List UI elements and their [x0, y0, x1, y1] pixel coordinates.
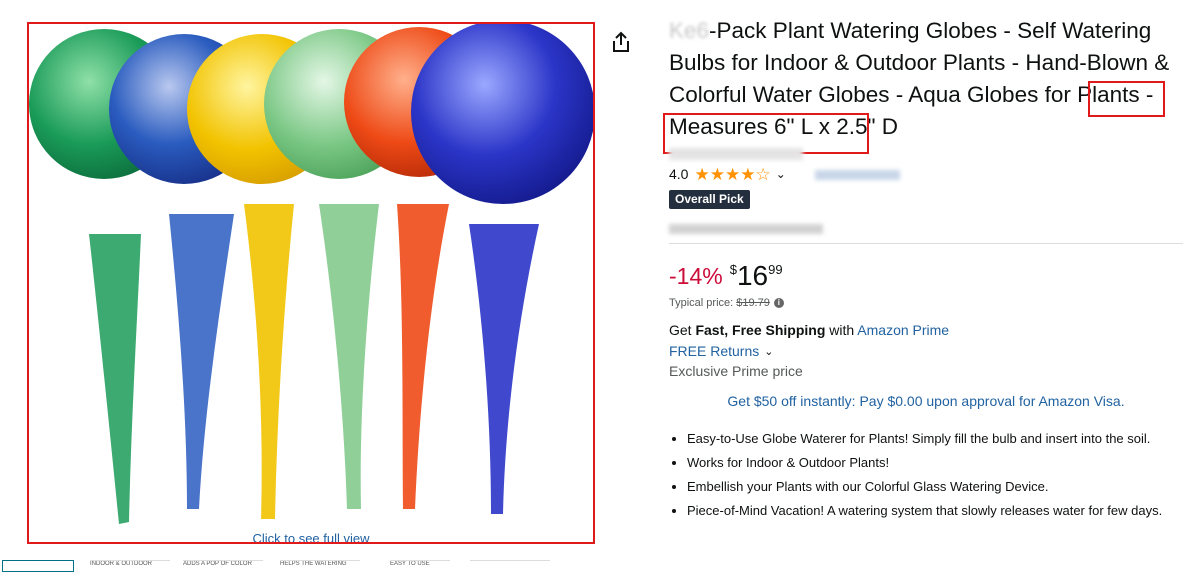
thumbnail-6[interactable]: [470, 560, 550, 571]
star-icon-empty: ☆: [755, 164, 771, 184]
thumbnail-4[interactable]: HELPS THE WATERING: [280, 560, 360, 571]
thumbnail-1[interactable]: [2, 560, 74, 572]
free-returns-link[interactable]: FREE Returns: [669, 343, 759, 359]
price-row: -14% $ 16 99: [669, 259, 783, 293]
plant-watering-globes-image: [29, 24, 593, 524]
discount-percent: -14%: [669, 263, 723, 289]
product-image-gallery[interactable]: Click to see full view: [27, 22, 595, 544]
star-icon-filled: ★: [694, 164, 710, 184]
thumbnail-2[interactable]: INDOOR & OUTDOOR: [90, 560, 170, 571]
ratings-count-link-blurred[interactable]: [815, 170, 900, 180]
rating-value: 4.0: [669, 166, 689, 182]
feature-bullet: Works for Indoor & Outdoor Plants!: [687, 452, 1198, 473]
typical-price-value: $19.79: [736, 297, 770, 309]
shipping-info: Get Fast, Free Shipping with Amazon Prim…: [669, 322, 949, 338]
exclusive-prime-price: Exclusive Prime price: [669, 363, 803, 379]
shipping-with-text: with: [825, 322, 858, 338]
price-whole: 16: [736, 260, 769, 291]
thumbnail-3[interactable]: ADDS A POP OF COLOR: [183, 560, 263, 571]
price-currency: $: [729, 262, 737, 277]
feature-bullets: Easy-to-Use Globe Waterer for Plants! Si…: [669, 428, 1198, 524]
feature-bullet: Piece-of-Mind Vacation! A watering syste…: [687, 500, 1198, 521]
price-fraction: 99: [768, 262, 783, 277]
chevron-down-icon[interactable]: ⌄: [764, 345, 773, 358]
click-to-see-full-view-link[interactable]: Click to see full view: [29, 531, 593, 542]
typical-price: Typical price: $19.79 i: [669, 297, 784, 309]
share-icon[interactable]: [610, 31, 632, 55]
feature-bullet: Easy-to-Use Globe Waterer for Plants! Si…: [687, 428, 1198, 449]
free-returns[interactable]: FREE Returns ⌄: [669, 343, 773, 359]
chevron-down-icon[interactable]: ⌄: [776, 167, 786, 181]
amazon-prime-link[interactable]: Amazon Prime: [857, 322, 949, 338]
thumbnail-strip[interactable]: INDOOR & OUTDOOR ADDS A POP OF COLOR HEL…: [0, 558, 600, 572]
thumbnail-5[interactable]: EASY TO USE: [390, 560, 450, 571]
feature-bullet: Embellish your Plants with our Colorful …: [687, 476, 1198, 497]
overall-pick-badge: Overall Pick: [669, 190, 750, 209]
purchase-count-blurred: [669, 224, 823, 234]
info-icon[interactable]: i: [773, 298, 784, 308]
divider: [669, 243, 1183, 244]
store-link-blurred[interactable]: [669, 148, 803, 160]
highlight-box-aqua: [1088, 81, 1165, 117]
title-blurred-brand: Ke: [669, 18, 697, 43]
star-icon-filled: ★: [709, 164, 725, 184]
visa-offer-link[interactable]: Get $50 off instantly: Pay $0.00 upon ap…: [669, 393, 1183, 409]
star-icon-filled: ★: [740, 164, 756, 184]
rating-row[interactable]: 4.0 ★ ★ ★ ★ ☆ ⌄: [669, 164, 786, 184]
shipping-get-text: Get: [669, 322, 696, 338]
fast-free-shipping-text: Fast, Free Shipping: [695, 322, 826, 338]
typical-price-label: Typical price:: [669, 297, 734, 309]
title-blurred-count: 6: [696, 18, 710, 43]
star-icon-filled: ★: [724, 164, 741, 184]
